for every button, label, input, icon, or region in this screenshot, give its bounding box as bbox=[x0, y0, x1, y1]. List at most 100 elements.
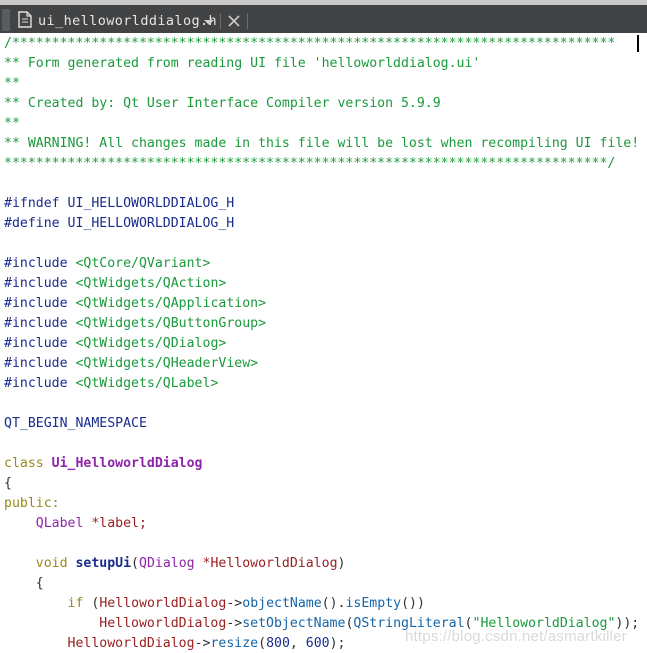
code-token: if bbox=[67, 596, 84, 611]
code-token: #include bbox=[4, 296, 76, 311]
code-token: objectName bbox=[242, 596, 322, 611]
code-line: #include <QtWidgets/QAction> bbox=[4, 274, 639, 294]
code-line: ****************************************… bbox=[4, 154, 639, 174]
tab-title[interactable]: ui_helloworlddialog.h bbox=[38, 10, 217, 33]
code-token: <QtWidgets/QAction> bbox=[75, 276, 227, 291]
code-token: 800 bbox=[266, 636, 290, 651]
tab-dropdown-button[interactable] bbox=[198, 10, 220, 33]
tab-bar-divider bbox=[247, 13, 248, 29]
code-token: <QtWidgets/QButtonGroup> bbox=[75, 316, 267, 331]
code-token: ** WARNING! All changes made in this fil… bbox=[4, 136, 640, 151]
code-token: ** bbox=[4, 116, 20, 131]
code-token: setObjectName bbox=[242, 616, 346, 631]
code-line: ** bbox=[4, 74, 639, 94]
code-token: public: bbox=[4, 496, 60, 511]
code-line: #include <QtWidgets/QDialog> bbox=[4, 334, 639, 354]
code-line: #include <QtCore/QVariant> bbox=[4, 254, 639, 274]
watermark: https://blog.csdn.net/asmartkiller bbox=[405, 628, 627, 645]
code-token: <QtWidgets/QLabel> bbox=[75, 376, 219, 391]
code-token: <QtWidgets/QDialog> bbox=[75, 336, 227, 351]
code-token: #define UI_HELLOWORLDDIALOG_H bbox=[4, 216, 235, 231]
code-line: #include <QtWidgets/QButtonGroup> bbox=[4, 314, 639, 334]
code-token: ) bbox=[337, 556, 346, 571]
code-token: HelloworldDialog bbox=[99, 616, 227, 631]
code-token: setupUi bbox=[75, 556, 132, 571]
text-caret bbox=[637, 35, 639, 52]
code-token: /***************************************… bbox=[4, 36, 616, 51]
code-token: #include bbox=[4, 316, 76, 331]
code-line: ** WARNING! All changes made in this fil… bbox=[4, 134, 639, 154]
code-line: QT_BEGIN_NAMESPACE bbox=[4, 414, 639, 434]
source-code[interactable]: /***************************************… bbox=[4, 34, 639, 653]
editor-tab-bar: ui_helloworlddialog.h bbox=[0, 5, 647, 33]
code-line: void setupUi(QDialog *HelloworldDialog) bbox=[4, 554, 639, 574]
code-line: #include <QtWidgets/QHeaderView> bbox=[4, 354, 639, 374]
code-token: ( bbox=[83, 596, 100, 611]
code-line: #include <QtWidgets/QApplication> bbox=[4, 294, 639, 314]
code-line: ** Form generated from reading UI file '… bbox=[4, 54, 639, 74]
code-token: ****************************************… bbox=[4, 156, 616, 171]
code-token: QT_BEGIN_NAMESPACE bbox=[4, 416, 147, 431]
code-token: HelloworldDialog bbox=[99, 596, 227, 611]
code-line: #ifndef UI_HELLOWORLDDIALOG_H bbox=[4, 194, 639, 214]
code-line: public: bbox=[4, 494, 639, 514]
code-editor-pane[interactable]: /***************************************… bbox=[0, 33, 647, 653]
code-token: ** Form generated from reading UI file '… bbox=[4, 56, 481, 71]
code-token: ( bbox=[131, 556, 139, 571]
code-token: QDialog bbox=[139, 556, 203, 571]
close-icon bbox=[228, 15, 240, 27]
code-token: #include bbox=[4, 376, 76, 391]
code-line: /***************************************… bbox=[4, 34, 639, 54]
code-token: class bbox=[4, 456, 52, 471]
code-token: #ifndef UI_HELLOWORLDDIALOG_H bbox=[4, 196, 235, 211]
chevron-down-icon bbox=[204, 20, 214, 25]
code-token: #include bbox=[4, 336, 76, 351]
code-token: ** bbox=[4, 76, 20, 91]
code-token: ); bbox=[329, 636, 346, 651]
code-token: <QtCore/QVariant> bbox=[75, 256, 211, 271]
code-line: ** Created by: Qt User Interface Compile… bbox=[4, 94, 639, 114]
code-line: ​ bbox=[4, 534, 639, 554]
code-token: <QtWidgets/QApplication> bbox=[75, 296, 267, 311]
code-token: void bbox=[35, 556, 76, 571]
code-token: , bbox=[289, 636, 306, 651]
code-token: *HelloworldDialog bbox=[202, 556, 338, 571]
code-token: isEmpty bbox=[345, 596, 402, 611]
code-token: ** Created by: Qt User Interface Compile… bbox=[4, 96, 441, 111]
code-token: (). bbox=[321, 596, 346, 611]
code-line: if (HelloworldDialog->objectName().isEmp… bbox=[4, 594, 639, 614]
code-token: ( bbox=[258, 636, 267, 651]
tab-bar-divider bbox=[220, 13, 221, 29]
code-token: -> bbox=[226, 616, 243, 631]
code-token: { bbox=[4, 576, 44, 591]
code-token: HelloworldDialog bbox=[67, 636, 195, 651]
code-line: #define UI_HELLOWORLDDIALOG_H bbox=[4, 214, 639, 234]
code-line: ​ bbox=[4, 434, 639, 454]
code-line: class Ui_HelloworldDialog bbox=[4, 454, 639, 474]
code-token: { bbox=[4, 476, 12, 491]
code-token: QLabel bbox=[35, 516, 92, 531]
code-token: <QtWidgets/QHeaderView> bbox=[75, 356, 259, 371]
code-token: ()) bbox=[401, 596, 425, 611]
code-line: QLabel *label; bbox=[4, 514, 639, 534]
code-token: -> bbox=[194, 636, 211, 651]
tab-bar-left-handle[interactable] bbox=[2, 9, 10, 31]
code-token: resize bbox=[210, 636, 259, 651]
code-line: { bbox=[4, 474, 639, 494]
code-token: *label; bbox=[91, 516, 147, 531]
code-line: ** bbox=[4, 114, 639, 134]
code-token: #include bbox=[4, 356, 76, 371]
code-line: ​ bbox=[4, 174, 639, 194]
code-token: -> bbox=[226, 596, 243, 611]
file-icon bbox=[18, 11, 32, 28]
code-token: 600 bbox=[305, 636, 330, 651]
code-token: #include bbox=[4, 276, 76, 291]
close-tab-button[interactable] bbox=[224, 11, 244, 31]
code-line: { bbox=[4, 574, 639, 594]
code-token: Ui_HelloworldDialog bbox=[51, 456, 203, 471]
